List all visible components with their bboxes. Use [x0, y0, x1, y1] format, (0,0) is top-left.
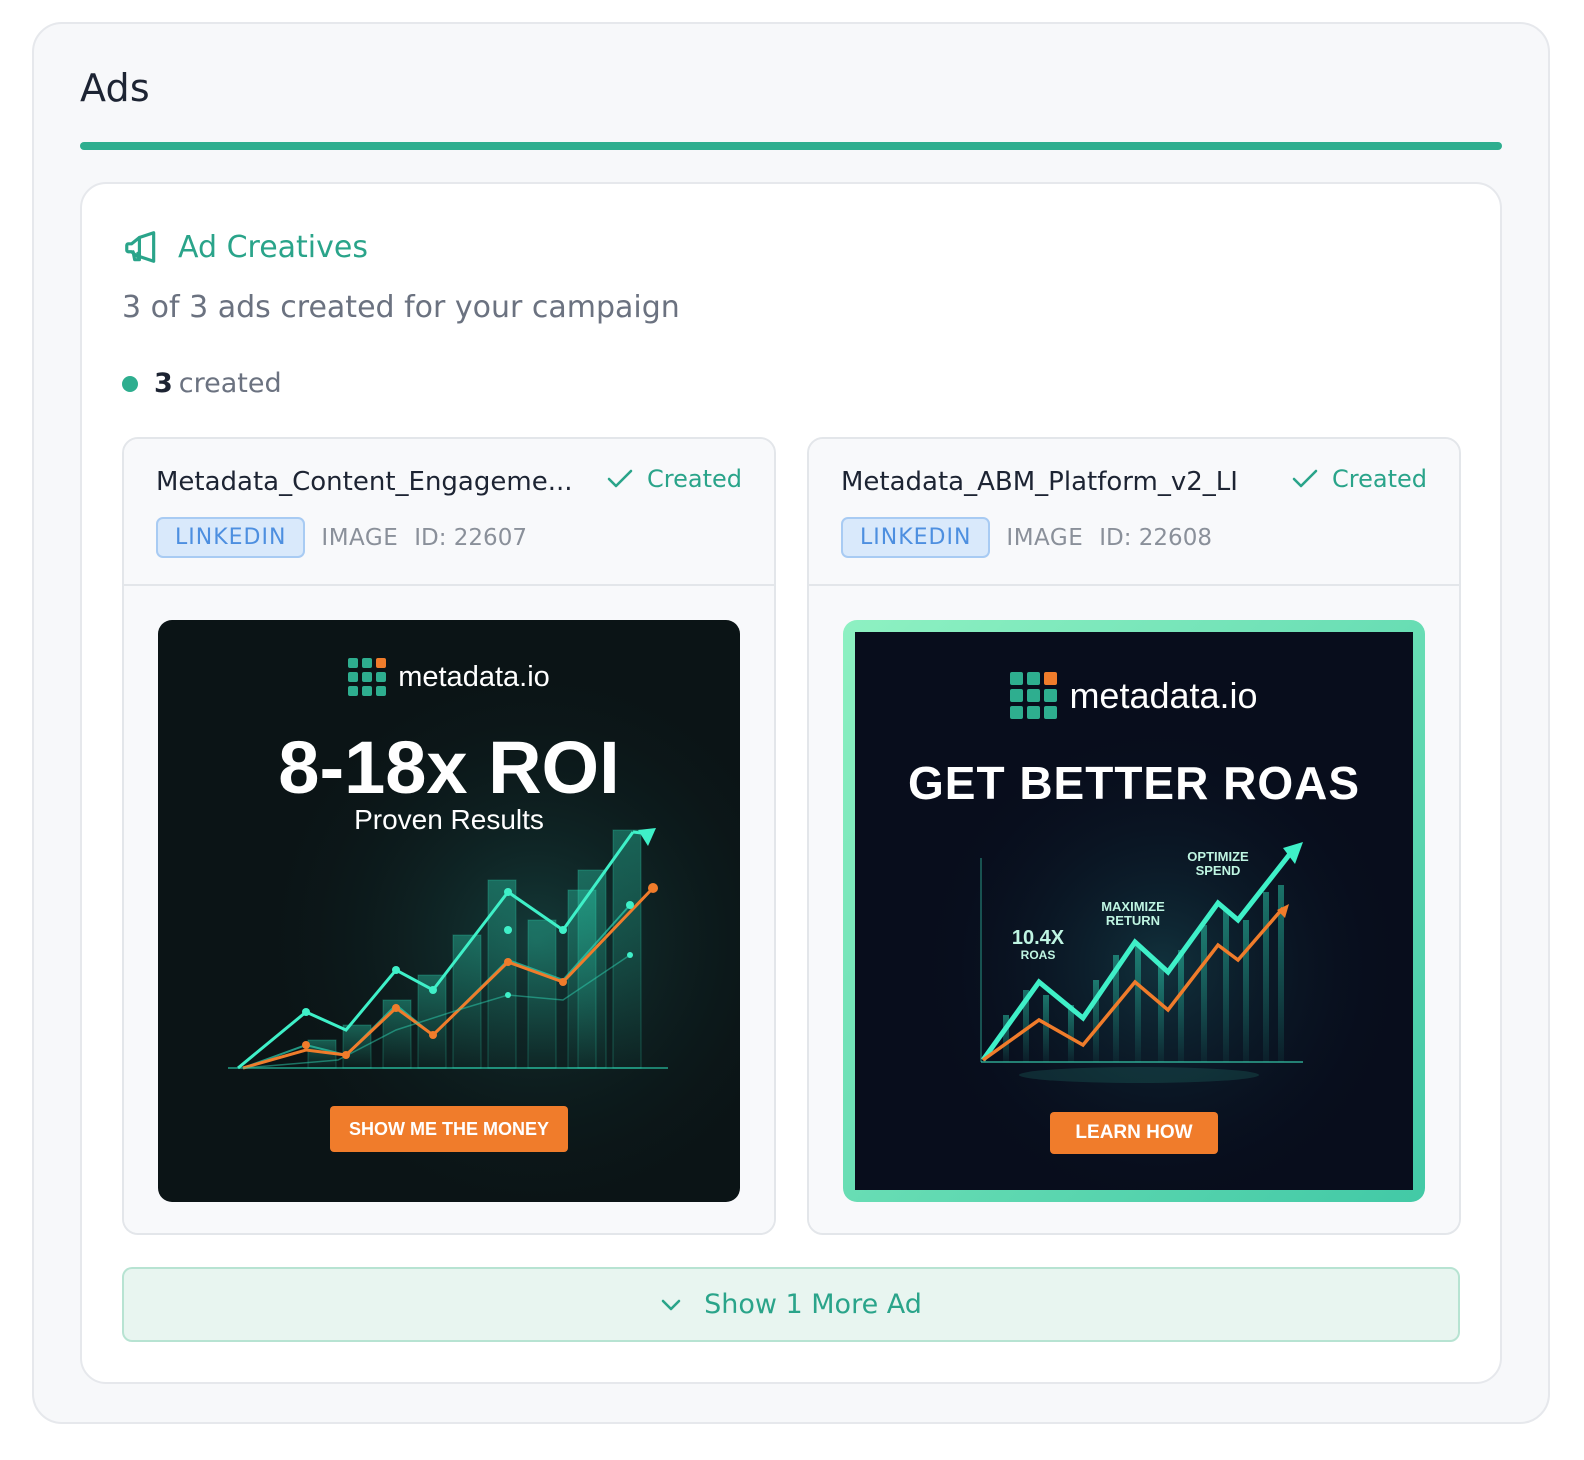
maximize-line-1: MAXIMIZE: [1101, 899, 1165, 914]
panel-heading-label: Ad Creatives: [178, 229, 368, 265]
panel-subtitle: 3 of 3 ads created for your campaign: [122, 290, 680, 325]
created-summary: 3 created: [122, 368, 282, 399]
ad-creative-image[interactable]: metadata.io GET BETTER ROAS 10.4X ROAS M…: [843, 620, 1425, 1202]
creative-headline: 8-18x ROI: [278, 726, 620, 809]
roas-value-label: 10.4X ROAS: [993, 928, 1083, 962]
brand-mark-icon: [348, 658, 387, 696]
chevron-down-icon: [661, 1299, 681, 1310]
brand-mark-icon: [1010, 672, 1058, 719]
ad-meta: LINKEDIN IMAGE ID: 22608: [841, 517, 1212, 558]
ad-card-body: metadata.io 8-18x ROI Proven Results SHO…: [124, 586, 774, 1233]
brand-name: metadata.io: [398, 660, 550, 693]
platform-badge: LINKEDIN: [156, 517, 306, 558]
creative-tagline: Proven Results: [354, 804, 544, 835]
ad-name: Metadata_Content_Engageme...: [156, 467, 573, 497]
ad-card-body: metadata.io GET BETTER ROAS 10.4X ROAS M…: [809, 586, 1459, 1233]
creative-cta-button: LEARN HOW: [1050, 1112, 1218, 1154]
maximize-return-label: MAXIMIZE RETURN: [1083, 900, 1183, 927]
brand-name: metadata.io: [1069, 674, 1258, 716]
optimize-line-1: OPTIMIZE: [1187, 849, 1249, 864]
section-title: Ads: [80, 66, 150, 110]
ad-card-header: Metadata_Content_Engageme... Created LIN…: [124, 439, 774, 586]
check-icon: [1292, 469, 1318, 488]
optimize-line-2: SPEND: [1195, 862, 1241, 878]
ad-card[interactable]: Metadata_Content_Engageme... Created LIN…: [122, 437, 776, 1235]
roas-caption: ROAS: [1020, 948, 1056, 962]
show-more-ads-button[interactable]: Show 1 More Ad: [122, 1267, 1460, 1342]
ad-creative-image[interactable]: metadata.io 8-18x ROI Proven Results SHO…: [158, 620, 740, 1202]
platform-badge: LINKEDIN: [841, 517, 991, 558]
optimize-spend-label: OPTIMIZE SPEND: [1165, 850, 1271, 877]
ad-id: ID: 22608: [1099, 524, 1212, 551]
ad-type: IMAGE: [321, 524, 399, 551]
ad-meta: LINKEDIN IMAGE ID: 22607: [156, 517, 527, 558]
ad-id: ID: 22607: [414, 524, 527, 551]
created-label: created: [178, 368, 282, 399]
creative-headline: GET BETTER ROAS: [907, 757, 1361, 809]
ad-name: Metadata_ABM_Platform_v2_LI: [841, 467, 1238, 497]
created-count: 3: [154, 368, 173, 399]
section-divider: [80, 142, 1502, 150]
megaphone-icon: [122, 228, 160, 266]
show-more-label: Show 1 More Ad: [704, 1289, 922, 1320]
ad-card[interactable]: Metadata_ABM_Platform_v2_LI Created LINK…: [807, 437, 1461, 1235]
ad-card-header: Metadata_ABM_Platform_v2_LI Created LINK…: [809, 439, 1459, 586]
status-dot: [122, 375, 138, 392]
ad-status-label: Created: [1332, 465, 1427, 493]
ad-type: IMAGE: [1006, 524, 1084, 551]
ad-status: Created: [607, 465, 742, 493]
brand-logo: metadata.io: [158, 658, 740, 696]
maximize-line-2: RETURN: [1105, 912, 1161, 928]
check-icon: [607, 469, 633, 488]
ad-status: Created: [1292, 465, 1427, 493]
brand-logo: metadata.io: [843, 672, 1425, 719]
panel-heading: Ad Creatives: [122, 228, 368, 266]
ad-status-label: Created: [647, 465, 742, 493]
roas-value: 10.4X: [1011, 927, 1065, 949]
creative-cta-button: SHOW ME THE MONEY: [330, 1106, 568, 1152]
